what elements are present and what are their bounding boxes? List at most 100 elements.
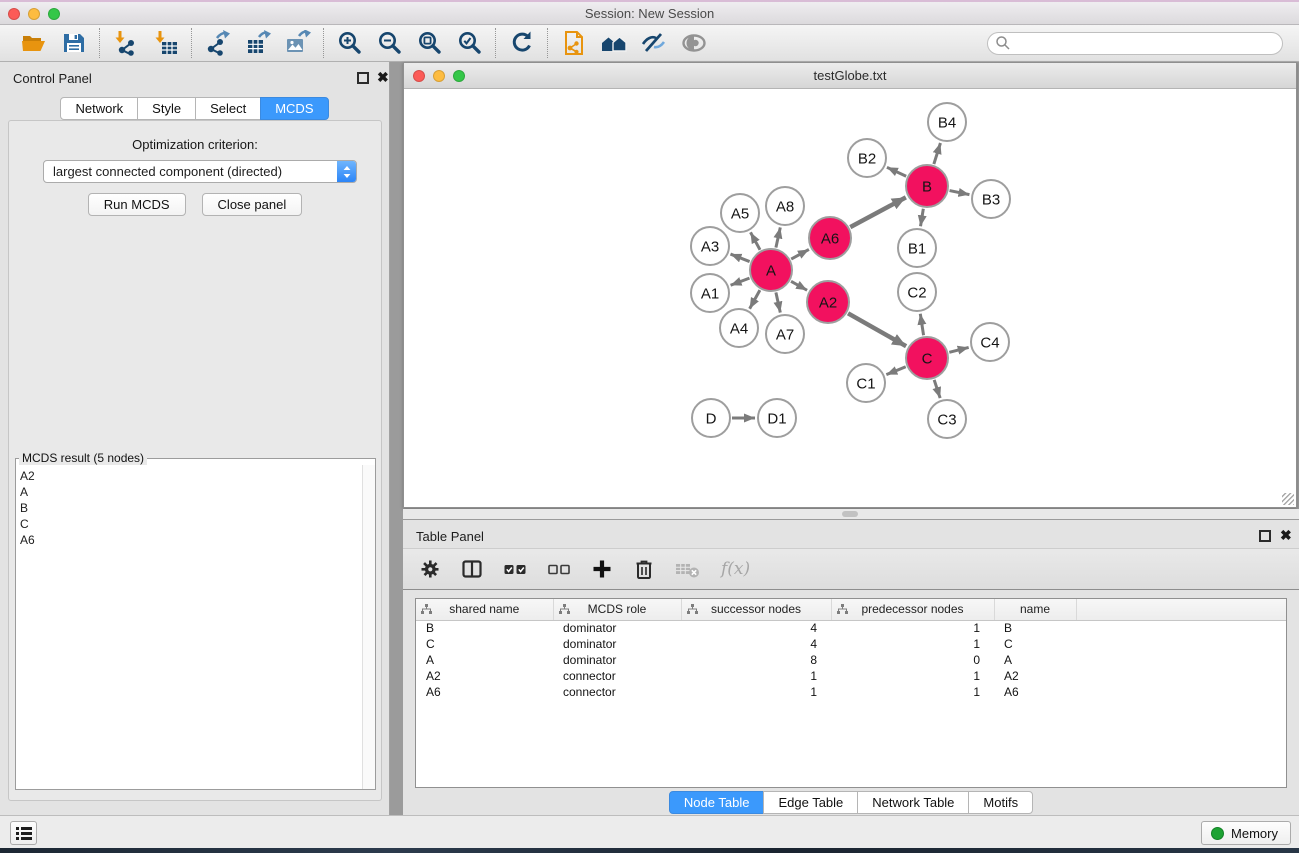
minimize-window-button[interactable] — [28, 8, 40, 20]
network-canvas[interactable]: B4B2BB3A5A8A6A3B1AA1C2A2A4A7C4CC1C3DD1 — [404, 89, 1296, 507]
graph-node-D1[interactable]: D1 — [758, 399, 796, 437]
tab-motifs[interactable]: Motifs — [968, 791, 1033, 814]
task-history-button[interactable] — [10, 821, 37, 845]
graph-node-A3[interactable]: A3 — [691, 227, 729, 265]
graph-node-B[interactable]: B — [906, 165, 948, 207]
graph-node-A4[interactable]: A4 — [720, 309, 758, 347]
home-icon[interactable] — [600, 30, 627, 57]
table-settings-icon[interactable] — [419, 558, 441, 580]
graph-edge-C-C2[interactable] — [920, 314, 923, 336]
graph-node-C3[interactable]: C3 — [928, 400, 966, 438]
zoom-in-icon[interactable] — [336, 30, 363, 57]
mcds-result-list[interactable]: A2ABCA6 — [16, 465, 375, 789]
mcds-result-item[interactable]: C — [20, 516, 375, 532]
graph-node-A8[interactable]: A8 — [766, 187, 804, 225]
table-cell[interactable]: A2 — [994, 668, 1076, 684]
column-header-name[interactable]: name — [994, 599, 1076, 620]
graph-edge-A-A8[interactable] — [776, 227, 780, 247]
table-cell[interactable]: 0 — [831, 652, 994, 668]
graph-edge-A-A6[interactable] — [791, 249, 809, 259]
table-cell[interactable]: 1 — [831, 636, 994, 652]
refresh-icon[interactable] — [508, 30, 535, 57]
close-window-button[interactable] — [8, 8, 20, 20]
search-field[interactable] — [987, 32, 1283, 55]
tab-network[interactable]: Network — [60, 97, 138, 120]
tab-edge-table[interactable]: Edge Table — [763, 791, 858, 814]
table-cell[interactable]: C — [994, 636, 1076, 652]
float-table-panel-icon[interactable] — [1259, 530, 1271, 542]
export-image-icon[interactable] — [284, 30, 311, 57]
zoom-selected-icon[interactable] — [456, 30, 483, 57]
close-panel-button[interactable]: Close panel — [202, 193, 303, 216]
table-cell[interactable]: 1 — [831, 668, 994, 684]
graph-node-A6[interactable]: A6 — [809, 217, 851, 259]
show-detail-icon[interactable] — [680, 30, 707, 57]
graph-edge-A6-B[interactable] — [850, 197, 906, 227]
tab-network-table[interactable]: Network Table — [857, 791, 969, 814]
table-row[interactable]: A2connector11A2 — [416, 668, 1286, 684]
hide-detail-icon[interactable] — [640, 30, 667, 57]
mcds-result-item[interactable]: A6 — [20, 532, 375, 548]
table-cell[interactable]: 1 — [681, 684, 831, 700]
graph-node-B1[interactable]: B1 — [898, 229, 936, 267]
graph-edge-B-B4[interactable] — [934, 143, 941, 164]
table-cell[interactable]: 1 — [831, 620, 994, 636]
deselect-all-checkboxes-icon[interactable] — [547, 558, 571, 580]
tab-select[interactable]: Select — [195, 97, 261, 120]
table-cell[interactable]: 1 — [681, 668, 831, 684]
network-window-titlebar[interactable]: testGlobe.txt — [404, 63, 1296, 89]
graph-edge-B-B3[interactable] — [950, 191, 970, 195]
maximize-window-button[interactable] — [48, 8, 60, 20]
close-table-panel-icon[interactable]: ✖ — [1280, 527, 1292, 543]
table-cell[interactable]: A6 — [416, 684, 553, 700]
graph-node-A[interactable]: A — [750, 249, 792, 291]
table-cell[interactable]: 4 — [681, 620, 831, 636]
memory-button[interactable]: Memory — [1201, 821, 1291, 845]
graph-node-B3[interactable]: B3 — [972, 180, 1010, 218]
split-panel-icon[interactable] — [461, 558, 483, 580]
graph-edge-A-A3[interactable] — [730, 254, 749, 262]
delete-column-icon[interactable] — [633, 558, 655, 580]
table-cell[interactable]: connector — [553, 684, 681, 700]
select-all-checkboxes-icon[interactable] — [503, 558, 527, 580]
zoom-out-icon[interactable] — [376, 30, 403, 57]
column-header-successor-nodes[interactable]: successor nodes — [681, 599, 831, 620]
optimization-criterion-select[interactable]: largest connected component (directed) — [43, 160, 357, 183]
add-column-icon[interactable] — [591, 558, 613, 580]
zoom-fit-icon[interactable] — [416, 30, 443, 57]
search-input[interactable] — [1011, 34, 1282, 52]
import-network-icon[interactable] — [112, 30, 139, 57]
table-cell[interactable]: A2 — [416, 668, 553, 684]
graph-node-C1[interactable]: C1 — [847, 364, 885, 402]
table-cell[interactable]: dominator — [553, 652, 681, 668]
graph-node-A1[interactable]: A1 — [691, 274, 729, 312]
save-session-button[interactable] — [60, 30, 87, 57]
tab-style[interactable]: Style — [137, 97, 196, 120]
window-resize-grip[interactable] — [1282, 493, 1294, 505]
table-cell[interactable]: C — [416, 636, 553, 652]
table-cell[interactable]: A — [994, 652, 1076, 668]
tab-mcds[interactable]: MCDS — [260, 97, 328, 120]
graph-node-C4[interactable]: C4 — [971, 323, 1009, 361]
graph-node-A2[interactable]: A2 — [807, 281, 849, 323]
desktop-horizontal-scrollbar[interactable] — [403, 509, 1299, 519]
close-network-window-button[interactable] — [413, 70, 425, 82]
run-mcds-button[interactable]: Run MCDS — [88, 193, 186, 216]
graph-edge-C-C3[interactable] — [934, 380, 940, 398]
table-cell[interactable]: 4 — [681, 636, 831, 652]
graph-edge-A-A2[interactable] — [791, 281, 807, 290]
table-row[interactable]: Adominator80A — [416, 652, 1286, 668]
tab-node-table[interactable]: Node Table — [669, 791, 765, 814]
table-row[interactable]: Bdominator41B — [416, 620, 1286, 636]
export-table-icon[interactable] — [244, 30, 271, 57]
graph-edge-A-A4[interactable] — [750, 290, 760, 309]
minimize-network-window-button[interactable] — [433, 70, 445, 82]
graph-node-B4[interactable]: B4 — [928, 103, 966, 141]
maximize-network-window-button[interactable] — [453, 70, 465, 82]
column-header-shared-name[interactable]: shared name — [416, 599, 553, 620]
graph-edge-A-A1[interactable] — [731, 278, 750, 285]
graph-node-C[interactable]: C — [906, 337, 948, 379]
graph-edge-C-C4[interactable] — [949, 347, 968, 352]
table-row[interactable]: Cdominator41C — [416, 636, 1286, 652]
table-cell[interactable]: B — [416, 620, 553, 636]
